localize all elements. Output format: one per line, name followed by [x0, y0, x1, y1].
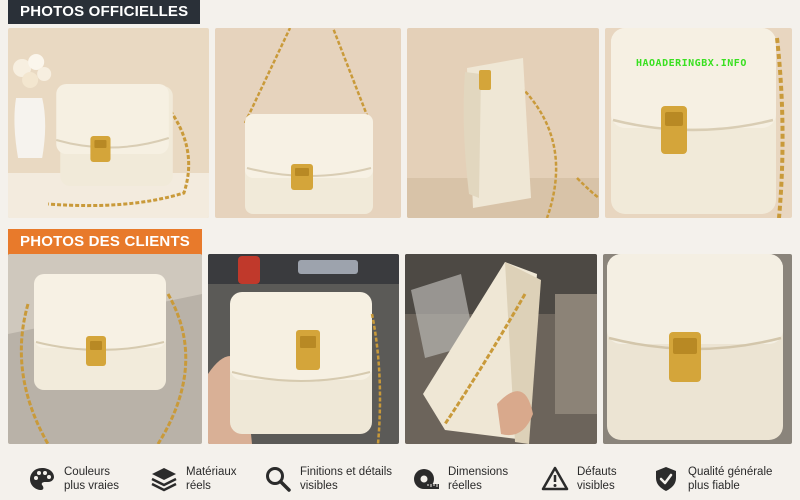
official-photo-3	[407, 28, 599, 218]
feature-label: Matériaux réels	[186, 466, 237, 492]
official-photo-2	[215, 28, 401, 218]
feature-dimensions: Dimensions réelles	[412, 462, 508, 496]
watermark-text: HAOADERINGBX.INFO	[636, 58, 747, 69]
shield-check-icon	[652, 465, 680, 493]
feature-label: Finitions et détails visibles	[300, 466, 393, 492]
feature-label: Qualité générale plus fiable	[688, 466, 773, 492]
client-photo-3	[405, 254, 597, 444]
warning-icon	[541, 465, 569, 493]
feature-label: Dimensions réelles	[448, 466, 509, 492]
feature-colors: Couleurs plus vraies	[28, 462, 119, 496]
tape-measure-icon	[412, 465, 440, 493]
feature-label: Défauts visibles	[577, 466, 617, 492]
feature-materials: Matériaux réels	[150, 462, 237, 496]
magnifier-icon	[264, 465, 292, 493]
client-photo-1	[8, 254, 202, 444]
client-photo-4	[603, 254, 792, 444]
official-photo-4	[605, 28, 792, 218]
feature-finishes: Finitions et détails visibles	[264, 462, 392, 496]
client-photo-2	[208, 254, 399, 444]
client-photos-heading: PHOTOS DES CLIENTS	[8, 229, 203, 255]
feature-quality: Qualité générale plus fiable	[652, 462, 772, 496]
feature-label: Couleurs plus vraies	[64, 466, 119, 492]
official-photos-heading: PHOTOS OFFICIELLES	[8, 0, 201, 24]
palette-icon	[28, 465, 56, 493]
feature-defects: Défauts visibles	[541, 462, 617, 496]
official-photo-1	[8, 28, 209, 218]
layers-icon	[150, 465, 178, 493]
features-bar: Couleurs plus vraies Matériaux réels Fin…	[0, 450, 800, 500]
